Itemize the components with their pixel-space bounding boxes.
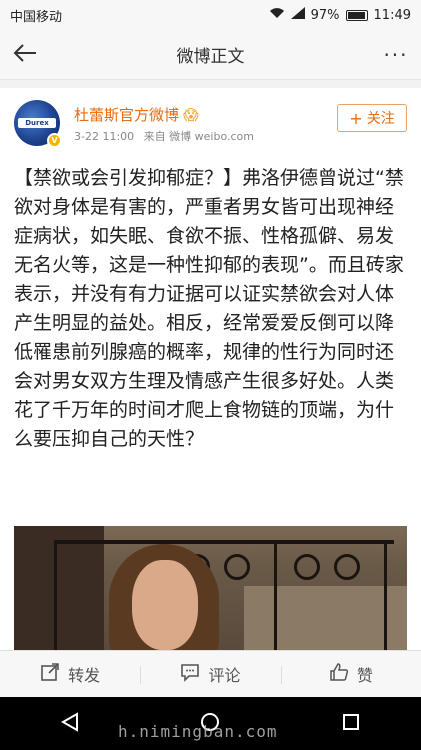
battery-icon bbox=[345, 9, 368, 21]
follow-label: 关注 bbox=[366, 111, 395, 127]
triangle-back-icon bbox=[61, 711, 79, 736]
username[interactable]: 杜蕾斯官方微博 😱 bbox=[74, 104, 199, 125]
wifi-icon bbox=[269, 7, 285, 23]
like-label: 赞 bbox=[356, 666, 373, 685]
back-button[interactable] bbox=[0, 30, 50, 80]
page-title: 微博正文 bbox=[176, 47, 245, 67]
action-bar: 转发 评论 赞 bbox=[0, 650, 421, 697]
status-bar: 中国移动 97% 11:49 bbox=[0, 0, 421, 30]
more-button[interactable]: ··· bbox=[371, 30, 421, 80]
username-emoji: 😱 bbox=[183, 106, 199, 124]
repost-label: 转发 bbox=[68, 666, 101, 685]
post-date: 3-22 11:00 bbox=[74, 130, 135, 143]
post-text: 【禁欲或会引发抑郁症？】弗洛伊德曾说过“禁欲对身体是有害的，严重者男女皆可出现神… bbox=[14, 167, 404, 450]
weibo-post-page: 中国移动 97% 11:49 微博正文 ··· Durex V 杜蕾斯官方微博 … bbox=[0, 0, 421, 750]
watermark: h.nimingban.com bbox=[118, 722, 278, 741]
post-card: Durex V 杜蕾斯官方微博 😱 3-22 11:00 来自 微博 weibo.… bbox=[0, 88, 421, 650]
like-button[interactable]: 赞 bbox=[280, 662, 421, 686]
image-person-face bbox=[132, 560, 198, 650]
back-arrow-icon bbox=[12, 43, 38, 67]
repost-button[interactable]: 转发 bbox=[0, 662, 140, 686]
post-source: 来自 微博 weibo.com bbox=[143, 130, 254, 143]
clock: 11:49 bbox=[373, 7, 411, 23]
verified-badge-icon: V bbox=[47, 133, 62, 148]
nav-bar: 微博正文 ··· bbox=[0, 30, 421, 80]
comment-button[interactable]: 评论 bbox=[140, 662, 280, 686]
thumbs-up-icon bbox=[329, 662, 349, 686]
image-bed-frame bbox=[54, 540, 394, 650]
follow-button[interactable]: + 关注 bbox=[337, 104, 407, 132]
system-back-button[interactable] bbox=[50, 704, 90, 744]
system-recents-button[interactable] bbox=[331, 704, 371, 744]
repost-icon bbox=[40, 662, 60, 686]
post-header: Durex V 杜蕾斯官方微博 😱 3-22 11:00 来自 微博 weibo.… bbox=[14, 100, 407, 150]
avatar-brand-mark: Durex bbox=[18, 118, 56, 128]
carrier-label: 中国移动 bbox=[10, 9, 63, 25]
comment-label: 评论 bbox=[208, 666, 241, 685]
post-image[interactable] bbox=[14, 526, 407, 650]
battery-percent: 97% bbox=[310, 7, 340, 23]
plus-icon: + bbox=[349, 108, 363, 128]
username-text: 杜蕾斯官方微博 bbox=[74, 106, 180, 124]
signal-icon bbox=[290, 7, 305, 23]
post-meta: 3-22 11:00 来自 微博 weibo.com bbox=[74, 128, 260, 144]
comment-icon bbox=[180, 662, 200, 686]
status-indicators: 97% 11:49 bbox=[269, 7, 411, 23]
square-recents-icon bbox=[342, 713, 360, 735]
